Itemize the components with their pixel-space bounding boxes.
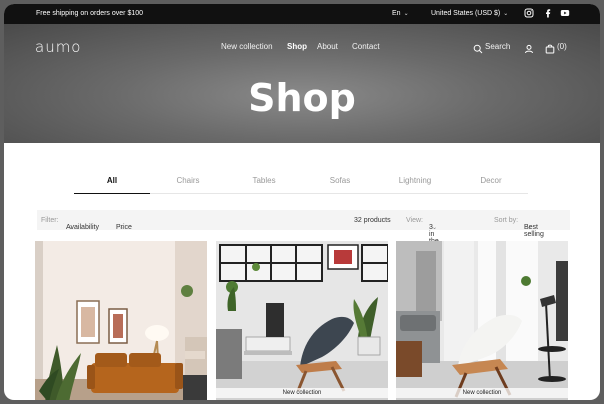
language-selector[interactable]: En ⌄ [392, 10, 409, 17]
tab-sofas[interactable]: Sofas [302, 176, 378, 194]
product-tag: New collection [216, 388, 388, 398]
chevron-down-icon: ⌄ [69, 225, 75, 231]
chevron-down-icon: ⌄ [432, 225, 438, 231]
youtube-icon[interactable] [560, 8, 572, 20]
currency-selector[interactable]: United States (USD $) ⌄ [431, 10, 508, 17]
search-link[interactable]: Search [485, 42, 510, 51]
product-card[interactable]: New collection [396, 241, 568, 400]
chevron-down-icon: ⌄ [503, 11, 509, 17]
language-label: En [392, 10, 401, 17]
nav-contact[interactable]: Contact [352, 42, 380, 51]
chevron-down-icon: ⌄ [119, 225, 125, 231]
page-frame: Free shipping on orders over $100 En ⌄ Un… [4, 4, 600, 400]
category-tabs: All Chairs Tables Sofas Lightning Decor [74, 176, 528, 194]
nav-new-collection[interactable]: New collection [221, 42, 273, 51]
product-image [35, 241, 207, 400]
product-image [396, 241, 568, 400]
sort-label: Sort by: [494, 217, 519, 224]
nav-about[interactable]: About [317, 42, 338, 51]
currency-label: United States (USD $) [431, 10, 501, 17]
cart-icon[interactable] [545, 41, 555, 54]
view-label: View: [406, 217, 423, 224]
product-image [216, 241, 388, 400]
chevron-down-icon: ⌄ [403, 11, 409, 17]
chevron-down-icon: ⌄ [527, 225, 533, 231]
filter-bar: Filter: Availability ⌄ Price ⌄ 32 products… [37, 210, 570, 252]
cart-count[interactable]: (0) [557, 42, 567, 51]
nav-shop[interactable]: Shop [287, 42, 307, 51]
hero-banner: aumo New collection Shop About Contact S… [4, 24, 600, 143]
account-icon[interactable] [524, 41, 534, 54]
tab-tables[interactable]: Tables [226, 176, 302, 194]
announcement-bar: Free shipping on orders over $100 En ⌄ Un… [4, 4, 600, 24]
tab-all[interactable]: All [74, 176, 150, 194]
product-count: 32 products [354, 217, 391, 224]
tab-chairs[interactable]: Chairs [150, 176, 226, 194]
product-card[interactable] [35, 241, 207, 400]
facebook-icon[interactable] [543, 8, 555, 20]
page-title: Shop [248, 76, 356, 120]
search-icon[interactable] [473, 41, 483, 54]
product-card[interactable]: New collection [216, 241, 388, 400]
filter-label: Filter: [41, 217, 59, 224]
instagram-icon[interactable] [524, 8, 536, 20]
tab-decor[interactable]: Decor [453, 176, 529, 194]
shipping-notice: Free shipping on orders over $100 [36, 10, 144, 17]
brand-logo[interactable]: aumo [35, 38, 82, 56]
product-tag: New collection [396, 388, 568, 398]
tab-lightning[interactable]: Lightning [377, 176, 453, 194]
